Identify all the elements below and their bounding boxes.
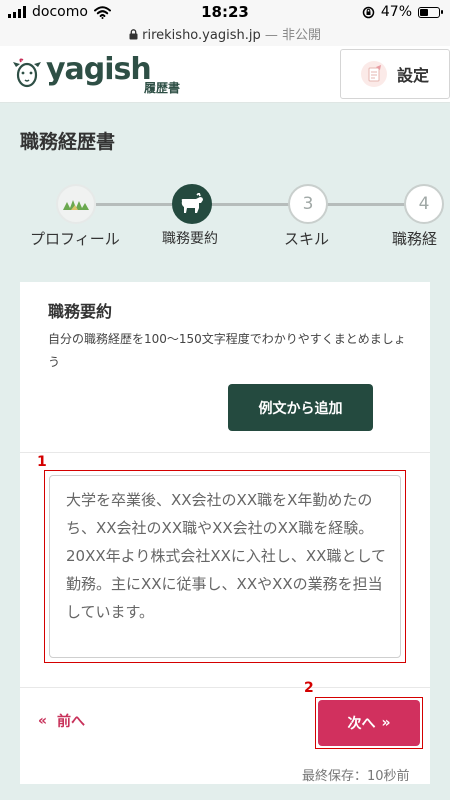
battery-icon <box>418 6 443 18</box>
goat-icon <box>181 193 203 213</box>
logo-wordmark[interactable]: yagish <box>46 52 152 87</box>
previous-button[interactable]: « 前へ <box>32 710 91 732</box>
status-bar: docomo 18:23 47% <box>0 0 450 24</box>
step-4-label[interactable]: 職務経 <box>392 228 437 249</box>
step-1-label[interactable]: プロフィール <box>30 228 120 249</box>
next-label: 次へ <box>347 716 376 732</box>
lock-icon <box>129 29 138 40</box>
url-privacy-label: 非公開 <box>281 28 321 43</box>
annotation-marker-2: 2 <box>304 680 314 696</box>
settings-button[interactable]: 設定 <box>340 49 450 99</box>
url-separator: — <box>260 28 282 43</box>
settings-avatar-icon <box>360 61 387 87</box>
double-chevron-left-icon: « <box>38 713 48 729</box>
step-4-number: 4 <box>418 194 430 214</box>
previous-label: 前へ <box>57 714 86 730</box>
step-3-number: 3 <box>302 194 314 214</box>
step-connector <box>210 203 290 206</box>
progress-stepper: 3 4 プロフィール 職務要約 スキル 職務経 <box>0 180 450 260</box>
section-title: 職務要約 <box>48 302 113 321</box>
step-2-label[interactable]: 職務要約 <box>162 228 218 248</box>
save-status: 最終保存：10秒前 <box>302 769 410 784</box>
battery-percent: 47% <box>380 4 412 20</box>
summary-textarea[interactable]: 大学を卒業後、XX会社のXX職をX年勤めたのち、XX会社のXX職やXX会社のXX… <box>49 475 401 658</box>
step-3-label[interactable]: スキル <box>284 228 329 249</box>
next-button[interactable]: 次へ » <box>318 700 420 746</box>
url-bar[interactable]: rirekisho.yagish.jp — 非公開 <box>0 24 450 46</box>
status-bar-right: 47% <box>362 4 443 20</box>
site-header: yagish 履歴書 設定 <box>0 46 450 103</box>
goat-logo-icon[interactable] <box>12 58 42 88</box>
orientation-lock-icon <box>362 6 375 18</box>
page-title: 職務経歴書 <box>20 131 116 153</box>
logo-subtitle: 履歴書 <box>144 81 181 95</box>
section-description: 自分の職務経歴を100〜150文字程度でわかりやすくまとめましょう <box>48 332 406 369</box>
step-2-circle[interactable] <box>172 184 212 224</box>
step-3-circle[interactable]: 3 <box>288 184 328 224</box>
step-4-circle[interactable]: 4 <box>404 184 444 224</box>
url-text: rirekisho.yagish.jp <box>142 28 261 43</box>
double-chevron-right-icon: » <box>381 715 391 731</box>
step-connector <box>326 203 406 206</box>
annotation-marker-1: 1 <box>37 454 47 470</box>
step-1-circle[interactable] <box>56 184 96 224</box>
summary-card: 職務要約 自分の職務経歴を100〜150文字程度でわかりやすくまとめましょう 例… <box>20 282 430 784</box>
divider <box>20 452 430 453</box>
step-connector <box>96 203 172 206</box>
settings-label: 設定 <box>396 68 429 85</box>
divider <box>20 687 430 688</box>
grass-icon <box>63 200 89 210</box>
add-example-button[interactable]: 例文から追加 <box>228 384 373 431</box>
